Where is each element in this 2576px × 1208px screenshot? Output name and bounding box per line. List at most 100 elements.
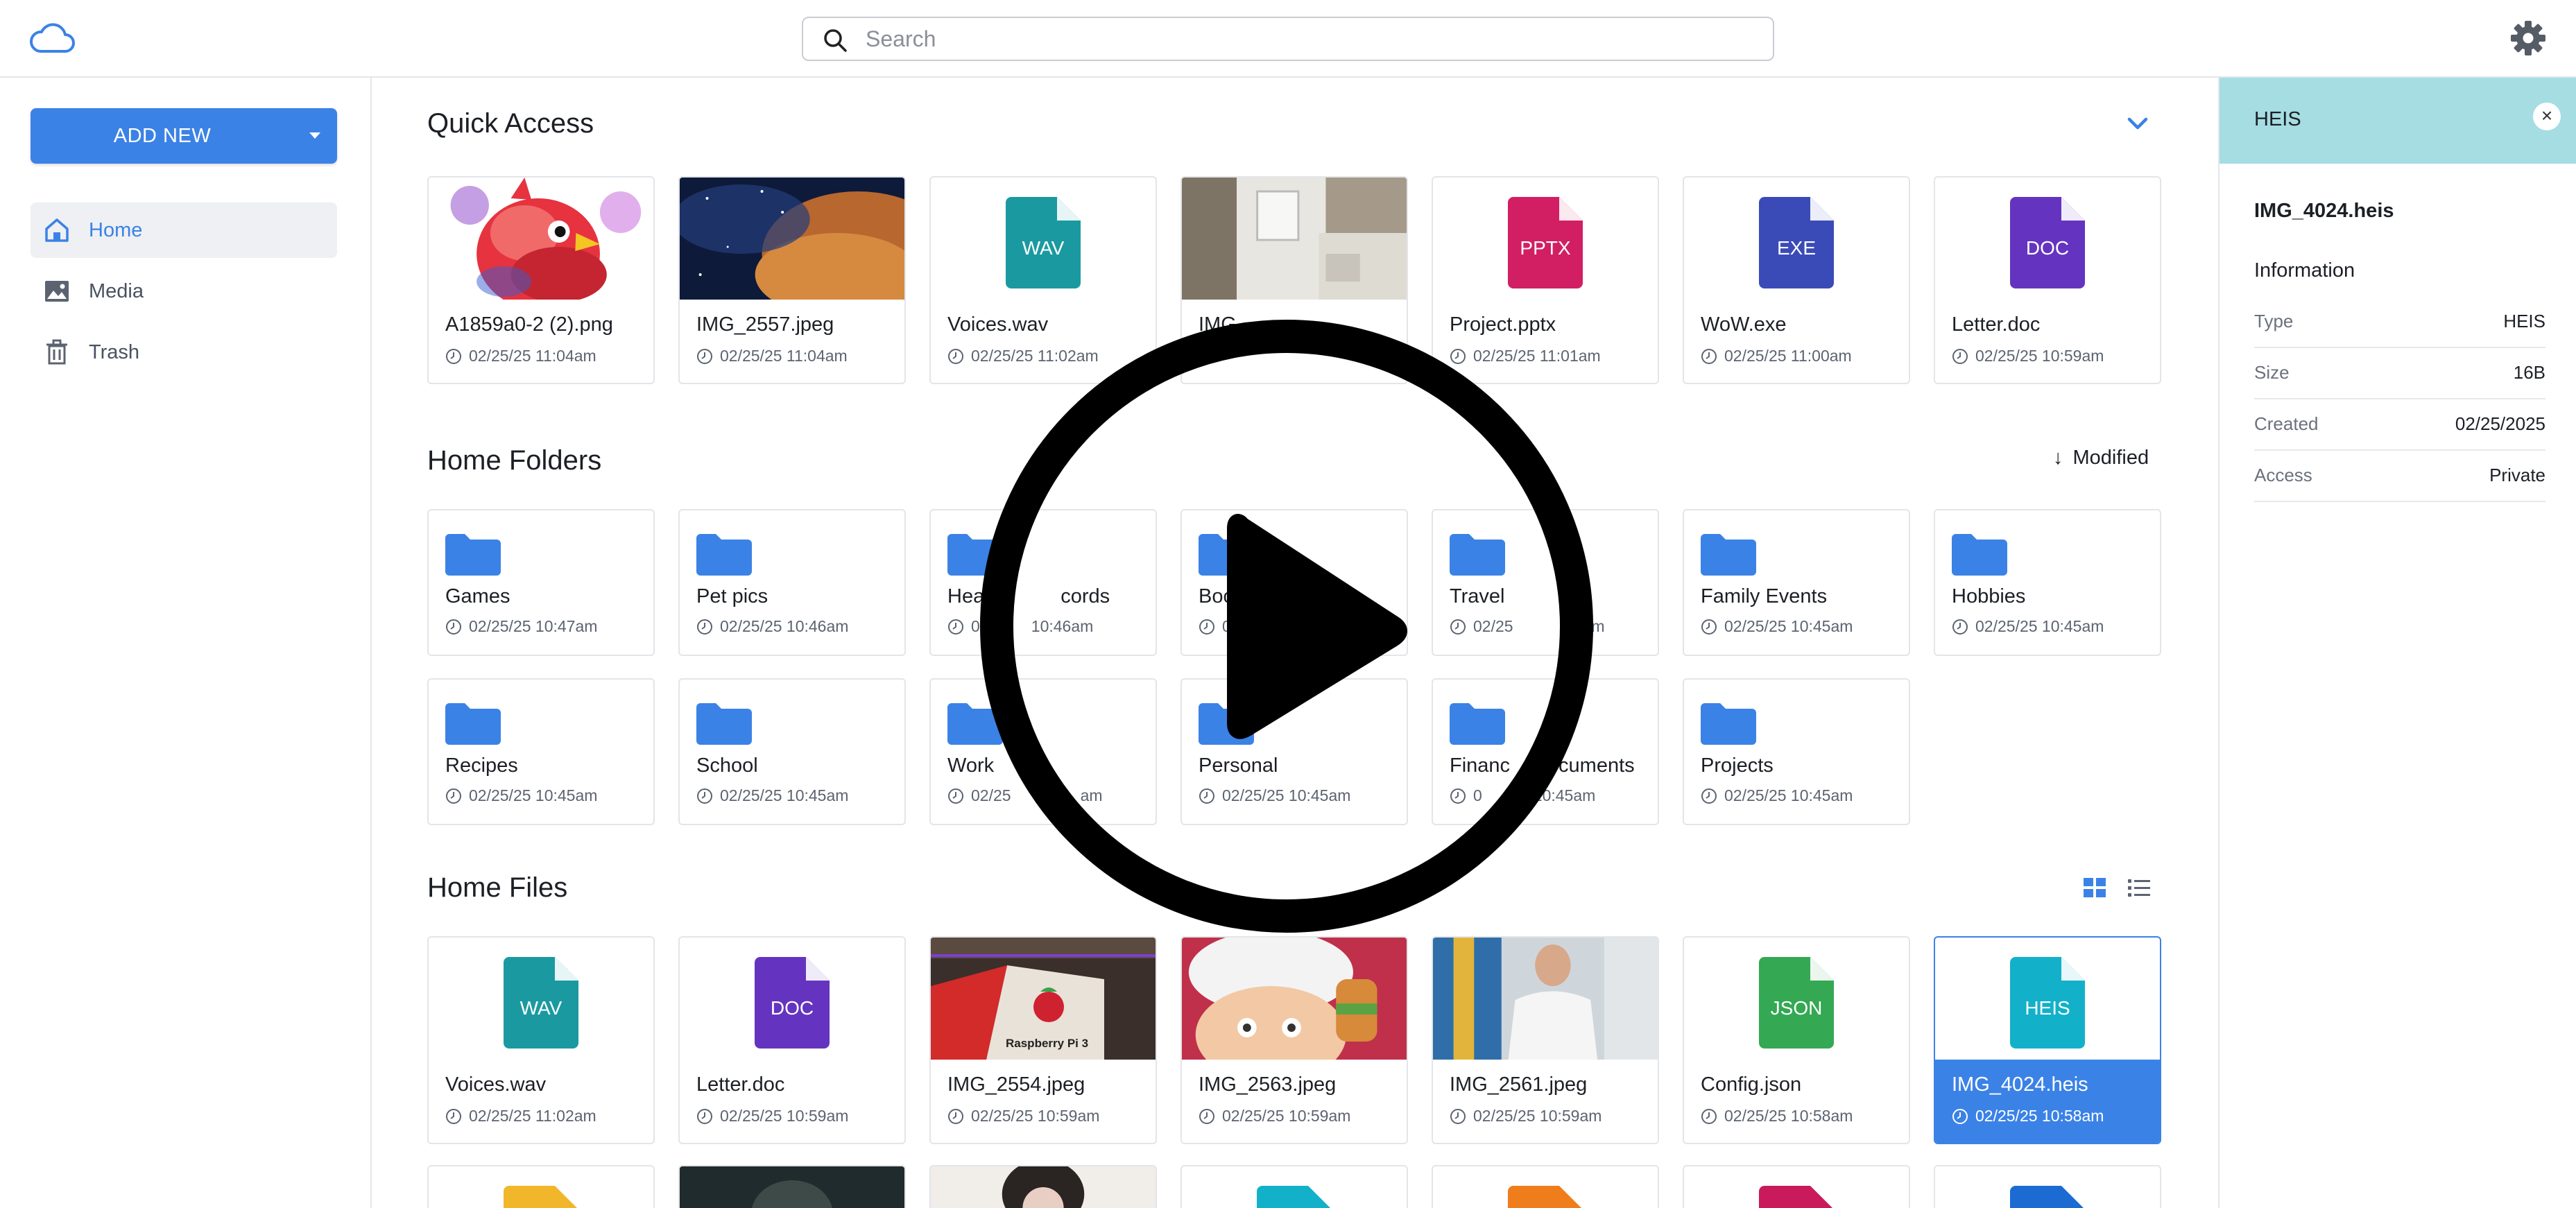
file-date: 02/25/25 10:59am (1199, 1107, 1350, 1125)
folder-date-text: 02/25/25 10:47am (469, 617, 598, 635)
sort-label: Modified (2072, 447, 2149, 469)
file-date: 02/25/25 11:00am (1701, 347, 1852, 365)
home-file-item[interactable] (1432, 1165, 1659, 1208)
sidebar-item-trash[interactable]: Trash (31, 325, 337, 380)
clock-icon (446, 1109, 461, 1124)
quick-access-item[interactable]: EXE WoW.exe 02/25/25 11:00am (1683, 176, 1910, 384)
clock-icon (948, 788, 963, 804)
home-file-item[interactable]: JSON Config.json 02/25/25 10:58am (1683, 936, 1910, 1144)
details-key: Access (2254, 465, 2312, 485)
folder-card[interactable]: School 02/25/25 10:45am (678, 678, 906, 825)
file-date-text: 02/25/25 10:59am (1222, 1107, 1351, 1125)
folder-date-text: 02/25/25 10:45am (720, 786, 849, 804)
folder-name: Recipes (445, 754, 518, 777)
home-icon (45, 218, 69, 242)
play-button-icon[interactable] (978, 318, 1595, 935)
home-file-item[interactable]: IMG_2563.jpeg 02/25/25 10:59am (1180, 936, 1408, 1144)
add-new-button[interactable]: ADD NEW (31, 108, 337, 164)
file-name: IMG_2557.jpeg (696, 313, 834, 336)
folder-date: 02/25/25 10:46am (696, 617, 848, 636)
details-key: Type (2254, 311, 2294, 331)
search-bar[interactable] (802, 17, 1774, 61)
home-file-item[interactable] (1683, 1165, 1910, 1208)
folder-card[interactable]: Recipes 02/25/25 10:45am (427, 678, 655, 825)
home-file-item[interactable] (678, 1165, 906, 1208)
file-ext: WAV (1022, 237, 1065, 259)
home-file-item[interactable]: WAV Voices.wav 02/25/25 11:02am (427, 936, 655, 1144)
clock-icon (697, 788, 712, 804)
clock-icon (1952, 349, 1968, 364)
doc-file-icon: DOC (2010, 197, 2085, 288)
quick-access-item[interactable]: A1859a0-2 (2).png 02/25/25 11:04am (427, 176, 655, 384)
file-name: A1859a0-2 (2).png (445, 313, 613, 336)
cloud-icon[interactable] (29, 21, 75, 54)
image-icon (45, 281, 69, 302)
home-file-item[interactable]: DOC Letter.doc 02/25/25 10:59am (678, 936, 906, 1144)
home-file-item[interactable]: Raspberry Pi 3 IMG_2554.jpeg 02/25/25 10… (929, 936, 1157, 1144)
folder-name: School (696, 754, 758, 777)
clock-icon (1199, 1109, 1214, 1124)
folder-card[interactable]: Pet pics 02/25/25 10:46am (678, 509, 906, 656)
folder-card[interactable]: Family Events 02/25/25 10:45am (1683, 509, 1910, 656)
teal-file-icon (1257, 1186, 1330, 1208)
home-file-item-selected[interactable]: HEIS IMG_4024.heis 02/25/25 10:58am (1934, 936, 2161, 1144)
sidebar-item-home[interactable]: Home (31, 202, 337, 258)
folder-icon (1952, 534, 2007, 576)
home-file-item[interactable]: IMG_2561.jpeg 02/25/25 10:59am (1432, 936, 1659, 1144)
clock-icon (948, 619, 963, 635)
grid-view-icon[interactable] (2082, 875, 2107, 900)
folder-date: 02/25/25 10:45am (1952, 617, 2104, 636)
home-file-item[interactable] (929, 1165, 1157, 1208)
details-row-access: Access Private (2254, 451, 2545, 502)
file-date-text: 02/25/25 10:59am (971, 1107, 1100, 1125)
clock-icon (1701, 1109, 1717, 1124)
folder-name: Hobbies (1952, 585, 2026, 607)
details-header: HEIS × (2219, 78, 2576, 164)
doc-file-icon: DOC (755, 957, 830, 1049)
list-view-icon[interactable] (2127, 875, 2152, 900)
clock-icon (697, 1109, 712, 1124)
close-icon[interactable]: × (2533, 103, 2561, 129)
file-date: 02/25/25 11:04am (445, 347, 596, 365)
quick-access-item[interactable]: IMG_2557.jpeg 02/25/25 11:04am (678, 176, 906, 384)
wav-file-icon: WAV (504, 957, 578, 1049)
file-thumbnail (680, 178, 904, 300)
clock-icon (446, 349, 461, 364)
folder-date: 02/25/25 10:45am (696, 786, 848, 805)
pink-file-icon (1759, 1186, 1832, 1208)
yellow-file-icon (504, 1186, 577, 1208)
home-file-item[interactable] (1180, 1165, 1408, 1208)
arrow-down-icon: ↓ (2053, 447, 2063, 469)
clock-icon (1952, 1109, 1968, 1124)
file-ext: WAV (520, 997, 563, 1019)
file-date-text: 02/25/25 11:04am (720, 347, 848, 365)
sidebar-item-media[interactable]: Media (31, 264, 337, 319)
folder-date: 02/25/25 10:45am (1701, 786, 1853, 805)
search-input[interactable] (866, 24, 1753, 54)
folder-date-text: 02/25/25 10:45am (1724, 617, 1853, 635)
close-button[interactable]: × (2533, 103, 2561, 130)
home-file-item[interactable] (1934, 1165, 2161, 1208)
details-value: 16B (2513, 362, 2545, 383)
file-name: Voices.wav (445, 1073, 547, 1096)
file-ext: PPTX (1520, 237, 1571, 259)
clock-icon (1701, 349, 1717, 364)
file-date-text: 02/25/25 10:59am (720, 1107, 849, 1125)
folder-card[interactable]: Projects 02/25/25 10:45am (1683, 678, 1910, 825)
file-date-text: 02/25/25 11:04am (469, 347, 596, 365)
clock-icon (948, 1109, 963, 1124)
sort-button[interactable]: ↓ Modified (2053, 447, 2149, 469)
folder-card[interactable]: Hobbies 02/25/25 10:45am (1934, 509, 2161, 656)
folder-card[interactable]: Games 02/25/25 10:47am (427, 509, 655, 656)
gear-icon[interactable] (2509, 19, 2547, 57)
caret-down-icon[interactable] (309, 132, 320, 139)
file-name: IMG_2563.jpeg (1199, 1073, 1337, 1096)
details-value: HEIS (2503, 311, 2545, 331)
details-key: Size (2254, 362, 2290, 383)
photo-caption: Raspberry Pi 3 (1006, 1037, 1089, 1050)
chevron-down-icon[interactable] (2124, 110, 2152, 137)
quick-access-item[interactable]: DOC Letter.doc 02/25/25 10:59am (1934, 176, 2161, 384)
folder-icon (1701, 534, 1756, 576)
home-file-item[interactable] (427, 1165, 655, 1208)
exe-file-icon: EXE (1759, 197, 1834, 288)
